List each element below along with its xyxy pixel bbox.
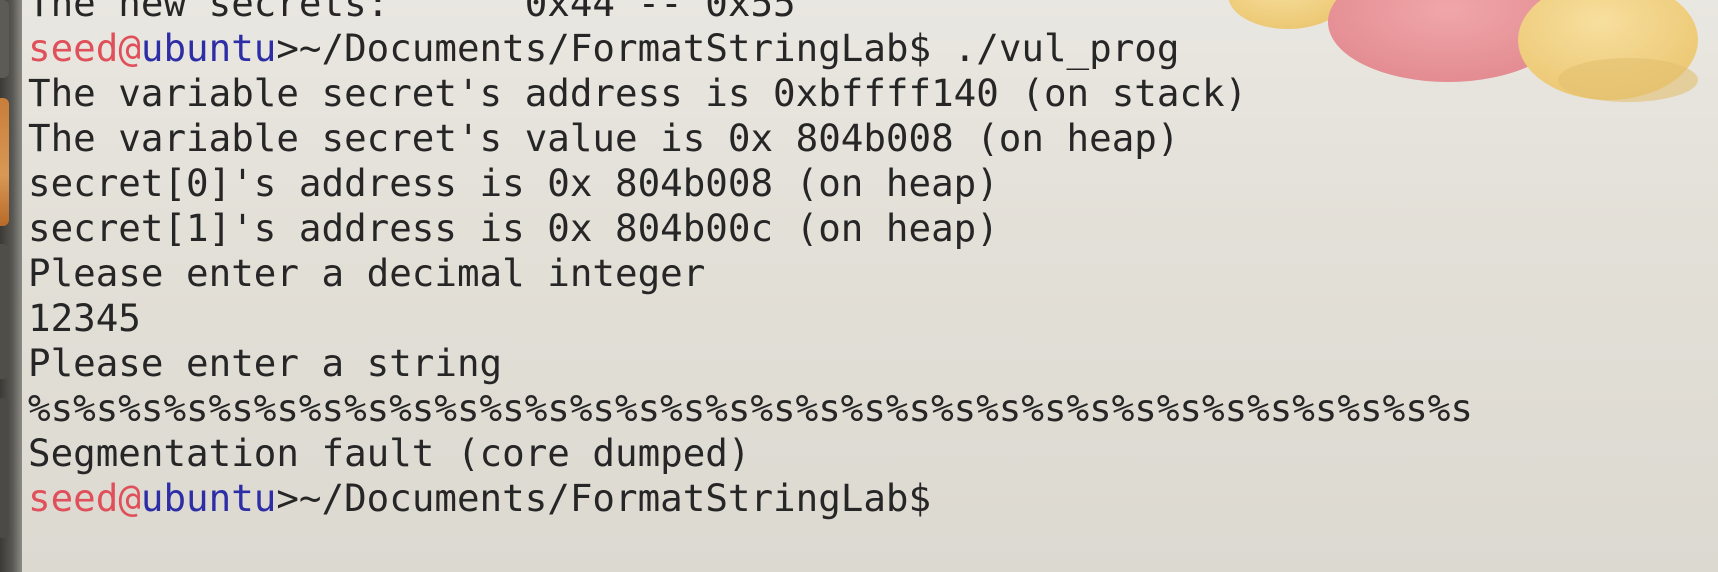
launcher-app-icon[interactable] xyxy=(0,0,9,78)
terminal-line-output: The new secrets: 0x44 -- 0x55 xyxy=(28,0,796,25)
terminal-prompt-line: seed@ubuntu>~/Documents/FormatStringLab$ xyxy=(28,476,1718,521)
prompt-host: ubuntu xyxy=(140,26,277,70)
terminal-line-output: Please enter a string xyxy=(28,341,503,385)
terminal-line-input: 12345 xyxy=(28,296,141,340)
prompt-user: seed xyxy=(28,26,119,70)
prompt-at: @ xyxy=(118,476,141,520)
launcher-active-app-icon[interactable] xyxy=(0,98,9,226)
launcher-bar xyxy=(0,0,22,572)
terminal-line-output: Segmentation fault (core dumped) xyxy=(28,431,751,475)
launcher-app-icon[interactable] xyxy=(0,244,9,379)
terminal-line-output: The variable secret's address is 0xbffff… xyxy=(28,71,1248,115)
terminal-line-output: Please enter a decimal integer xyxy=(28,251,706,295)
terminal-line-input: %s%s%s%s%s%s%s%s%s%s%s%s%s%s%s%s%s%s%s%s… xyxy=(28,386,1473,430)
desktop-screen: The new secrets: 0x44 -- 0x55 seed@ubunt… xyxy=(0,0,1718,572)
prompt-command: ./vul_prog xyxy=(931,26,1180,70)
prompt-path: >~/Documents/FormatStringLab$ xyxy=(276,26,932,70)
prompt-host: ubuntu xyxy=(140,476,277,520)
terminal-output[interactable]: The new secrets: 0x44 -- 0x55 seed@ubunt… xyxy=(28,0,1718,521)
terminal-prompt-line: seed@ubuntu>~/Documents/FormatStringLab$… xyxy=(28,26,1718,71)
terminal-line-output: The variable secret's value is 0x 804b00… xyxy=(28,116,1180,160)
prompt-at: @ xyxy=(118,26,141,70)
launcher-app-icon[interactable] xyxy=(0,398,9,538)
prompt-path: >~/Documents/FormatStringLab$ xyxy=(276,476,932,520)
terminal-line-output: secret[1]'s address is 0x 804b00c (on he… xyxy=(28,206,999,250)
terminal-line-output: secret[0]'s address is 0x 804b008 (on he… xyxy=(28,161,999,205)
prompt-user: seed xyxy=(28,476,119,520)
